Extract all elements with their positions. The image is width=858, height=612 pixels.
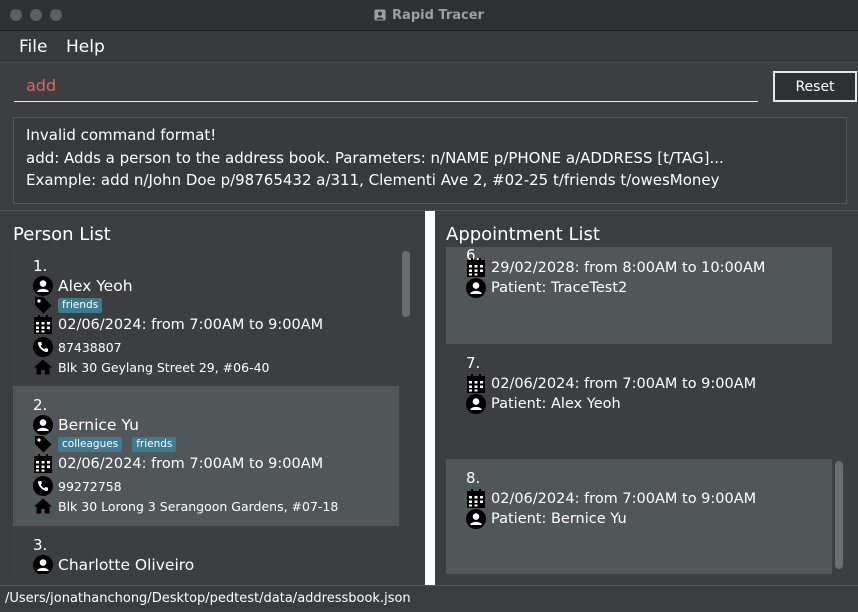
person-phone: 99272758 <box>58 478 122 494</box>
appointment-datetime: 29/02/2028: from 8:00AM to 10:00AM <box>491 260 766 276</box>
tag-icon <box>33 434 53 454</box>
person-circle-icon <box>466 278 486 298</box>
appointment-card[interactable]: 6. 29/02/2028: from 8:00AM to 10:00AM Pa… <box>446 247 832 344</box>
calendar-icon <box>466 258 486 278</box>
appointment-datetime: 02/06/2024: from 7:00AM to 9:00AM <box>58 456 324 472</box>
tag-badge: friends <box>58 297 103 313</box>
status-bar: /Users/jonathanchong/Desktop/pedtest/dat… <box>0 585 858 612</box>
appointment-list[interactable]: 6. 29/02/2028: from 8:00AM to 10:00AM Pa… <box>446 247 832 574</box>
person-index: 2. <box>33 396 48 414</box>
window-title: Rapid Tracer <box>392 7 484 23</box>
calendar-icon <box>466 489 486 509</box>
title-bar: Rapid Tracer <box>0 0 858 31</box>
person-index: 1. <box>33 257 48 275</box>
home-icon <box>33 357 53 377</box>
command-input[interactable] <box>14 70 758 102</box>
person-address: Blk 30 Lorong 3 Serangoon Gardens, #07-1… <box>58 498 339 514</box>
person-circle-icon <box>33 276 53 296</box>
appointment-patient: Patient: Alex Yeoh <box>491 396 621 412</box>
appointment-datetime: 02/06/2024: from 7:00AM to 9:00AM <box>491 491 757 507</box>
home-icon <box>33 496 53 516</box>
appointment-list-scroll-thumb[interactable] <box>835 461 843 569</box>
result-line: Example: add n/John Doe p/98765432 a/311… <box>26 171 720 189</box>
reset-button[interactable]: Reset <box>773 71 857 102</box>
person-list-scrollbar[interactable] <box>399 247 413 574</box>
person-list[interactable]: 1. Alex Yeoh friends 02/06/2024: from 7:… <box>13 247 399 574</box>
app-icon <box>374 9 386 21</box>
appointment-datetime: 02/06/2024: from 7:00AM to 9:00AM <box>491 376 757 392</box>
appointment-datetime: 02/06/2024: from 7:00AM to 9:00AM <box>58 317 324 333</box>
person-card[interactable]: 2. Bernice Yu colleagues friends 02/06/2… <box>13 386 399 526</box>
tag-icon <box>33 295 53 315</box>
menu-bar: File Help <box>0 31 858 63</box>
person-card[interactable]: 1. Alex Yeoh friends 02/06/2024: from 7:… <box>13 247 399 386</box>
menu-help[interactable]: Help <box>66 37 105 57</box>
appointment-card[interactable]: 8. 02/06/2024: from 7:00AM to 9:00AM Pat… <box>446 459 832 574</box>
tag-badge: colleagues <box>58 436 123 452</box>
appointment-index: 8. <box>466 469 481 487</box>
person-list-title: Person List <box>13 224 111 245</box>
appointment-patient: Patient: TraceTest2 <box>491 280 628 296</box>
person-circle-icon <box>466 394 486 414</box>
tag-badge: friends <box>132 436 177 452</box>
person-circle-icon <box>33 555 53 574</box>
phone-icon <box>33 337 53 357</box>
calendar-icon <box>466 374 486 394</box>
result-line: Invalid command format! <box>26 126 217 144</box>
person-phone: 87438807 <box>58 339 122 355</box>
result-line: add: Adds a person to the address book. … <box>26 148 724 167</box>
person-index: 3. <box>33 536 48 554</box>
person-card[interactable]: 3. Charlotte Oliveiro <box>13 526 399 574</box>
save-location-path: /Users/jonathanchong/Desktop/pedtest/dat… <box>5 591 411 606</box>
phone-icon <box>33 476 53 496</box>
appointment-index: 7. <box>466 354 481 372</box>
person-list-scroll-thumb[interactable] <box>402 251 410 317</box>
person-name: Charlotte Oliveiro <box>58 556 195 574</box>
appointment-patient: Patient: Bernice Yu <box>491 511 627 527</box>
calendar-icon <box>33 454 53 474</box>
split-pane-divider[interactable] <box>425 211 435 585</box>
result-display: Invalid command format! add: Adds a pers… <box>13 117 847 204</box>
appointment-card[interactable]: 7. 02/06/2024: from 7:00AM to 9:00AM Pat… <box>446 344 832 459</box>
person-circle-icon <box>466 509 486 529</box>
person-address: Blk 30 Geylang Street 29, #06-40 <box>58 359 270 375</box>
calendar-icon <box>33 315 53 335</box>
appointment-list-scrollbar[interactable] <box>832 247 846 574</box>
person-name: Bernice Yu <box>58 416 139 434</box>
appointment-list-title: Appointment List <box>446 224 600 245</box>
menu-file[interactable]: File <box>19 37 47 57</box>
person-circle-icon <box>33 415 53 435</box>
person-name: Alex Yeoh <box>58 277 133 295</box>
